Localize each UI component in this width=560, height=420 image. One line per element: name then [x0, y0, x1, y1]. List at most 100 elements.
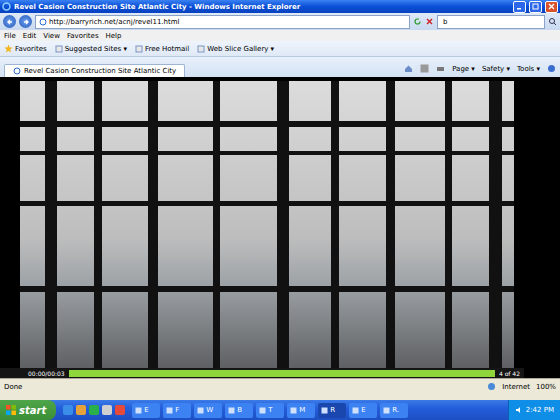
app-icon: [197, 407, 204, 414]
taskbar-button[interactable]: T: [256, 403, 284, 418]
quick-launch-icon[interactable]: [76, 405, 86, 415]
favorite-link[interactable]: Web Slice Gallery ▾: [197, 45, 274, 53]
task-label: T: [268, 406, 272, 414]
maximize-button[interactable]: [529, 1, 542, 13]
taskbar-button[interactable]: E: [132, 403, 160, 418]
page-icon: [39, 18, 47, 26]
task-label: R: [330, 406, 335, 414]
menu-bar: File Edit View Favorites Help: [0, 30, 560, 41]
address-bar: http://barryrich.net/acnj/revel11.html b: [0, 13, 560, 30]
minimize-button[interactable]: [513, 1, 526, 13]
command-bar: Page ▾ Safety ▾ Tools ▾: [404, 64, 556, 77]
favorite-label: Free Hotmail: [145, 45, 189, 53]
menu-item[interactable]: Edit: [23, 32, 37, 40]
taskbar-button[interactable]: R: [318, 403, 346, 418]
taskbar-button[interactable]: R.: [380, 403, 408, 418]
favorites-bar: Favorites Suggested Sites ▾ Free Hotmail We…: [0, 41, 560, 57]
search-icon: [548, 17, 557, 26]
taskbar-button[interactable]: M: [287, 403, 315, 418]
app-icon: [290, 407, 297, 414]
zone-label: Internet: [502, 383, 530, 391]
search-text: b: [443, 18, 447, 26]
quick-launch-icon[interactable]: [89, 405, 99, 415]
web-page-icon: [55, 45, 63, 53]
taskbar-button[interactable]: W: [194, 403, 222, 418]
favorites-label: Favorites: [15, 45, 47, 53]
status-bar: Done Internet 100%: [0, 378, 560, 394]
refresh-icon: [413, 17, 422, 26]
quick-launch-icon[interactable]: [115, 405, 125, 415]
help-icon: [547, 64, 556, 73]
slideshow-time: 00:00/00:03: [28, 370, 65, 377]
construction-photo: [20, 81, 514, 368]
back-arrow-icon: [6, 18, 14, 26]
command-menu[interactable]: Tools ▾: [517, 65, 540, 73]
app-icon: [321, 407, 328, 414]
menu-item[interactable]: Favorites: [67, 32, 99, 40]
start-button[interactable]: start: [0, 400, 56, 420]
search-field[interactable]: b: [437, 15, 545, 29]
slideshow-controls: 00:00/00:03 4 of 42: [0, 368, 524, 378]
task-label: W: [206, 406, 213, 414]
taskbar-button[interactable]: E: [349, 403, 377, 418]
favorite-link[interactable]: Suggested Sites ▾: [55, 45, 127, 53]
tab-bar: Revel Casion Construction Site Atlantic …: [0, 57, 560, 77]
close-icon: [548, 3, 555, 10]
app-icon: [228, 407, 235, 414]
home-icon: [404, 64, 413, 73]
back-button[interactable]: [3, 15, 16, 28]
print-icon: [436, 64, 445, 73]
close-button[interactable]: [545, 1, 558, 13]
taskbar-button[interactable]: B: [225, 403, 253, 418]
task-label: E: [361, 406, 365, 414]
window-title: Revel Casion Construction Site Atlantic …: [14, 3, 510, 11]
command-menu[interactable]: Safety ▾: [482, 65, 510, 73]
status-text: Done: [4, 383, 22, 391]
taskbar: start E F W B T M R E R. 2:42 PM: [0, 400, 560, 420]
app-icon: [166, 407, 173, 414]
forward-button[interactable]: [19, 15, 32, 28]
app-icon: [352, 407, 359, 414]
task-label: B: [237, 406, 242, 414]
zoom-level[interactable]: 100%: [536, 383, 556, 391]
forward-arrow-icon: [22, 18, 30, 26]
windows-logo-icon: [6, 405, 16, 415]
task-label: M: [299, 406, 305, 414]
app-icon: [135, 407, 142, 414]
address-text: http://barryrich.net/acnj/revel11.html: [49, 18, 180, 26]
tab-label: Revel Casion Construction Site Atlantic …: [24, 67, 176, 75]
app-icon: [259, 407, 266, 414]
title-bar: Revel Casion Construction Site Atlantic …: [0, 0, 560, 13]
slide-counter: 4 of 42: [499, 370, 520, 377]
progress-fill: [69, 370, 495, 377]
menu-item[interactable]: View: [43, 32, 60, 40]
ie-logo-icon: [2, 2, 11, 11]
progress-track[interactable]: [69, 370, 495, 377]
favorite-label: Web Slice Gallery ▾: [207, 45, 274, 53]
quick-launch: [63, 405, 125, 415]
maximize-icon: [532, 3, 539, 10]
ie-page-icon: [13, 67, 21, 75]
quick-launch-icon[interactable]: [63, 405, 73, 415]
browser-tab[interactable]: Revel Casion Construction Site Atlantic …: [4, 64, 185, 77]
web-page-icon: [197, 45, 205, 53]
favorite-label: Suggested Sites ▾: [65, 45, 127, 53]
feed-icon: [420, 64, 429, 73]
start-label: start: [19, 405, 46, 416]
address-field[interactable]: http://barryrich.net/acnj/revel11.html: [35, 15, 410, 29]
volume-icon: [515, 406, 523, 414]
menu-item[interactable]: Help: [106, 32, 122, 40]
favorite-link[interactable]: Free Hotmail: [135, 45, 189, 53]
taskbar-button[interactable]: F: [163, 403, 191, 418]
quick-launch-icon[interactable]: [102, 405, 112, 415]
system-tray: 2:42 PM: [508, 400, 560, 420]
stop-icon: [425, 17, 434, 26]
command-menu[interactable]: Page ▾: [452, 65, 475, 73]
minimize-icon: [516, 3, 523, 10]
task-label: E: [144, 406, 148, 414]
star-icon: [4, 44, 13, 53]
menu-item[interactable]: File: [4, 32, 16, 40]
globe-icon: [487, 382, 496, 391]
favorites-button[interactable]: Favorites: [4, 44, 47, 53]
task-label: R.: [392, 406, 399, 414]
